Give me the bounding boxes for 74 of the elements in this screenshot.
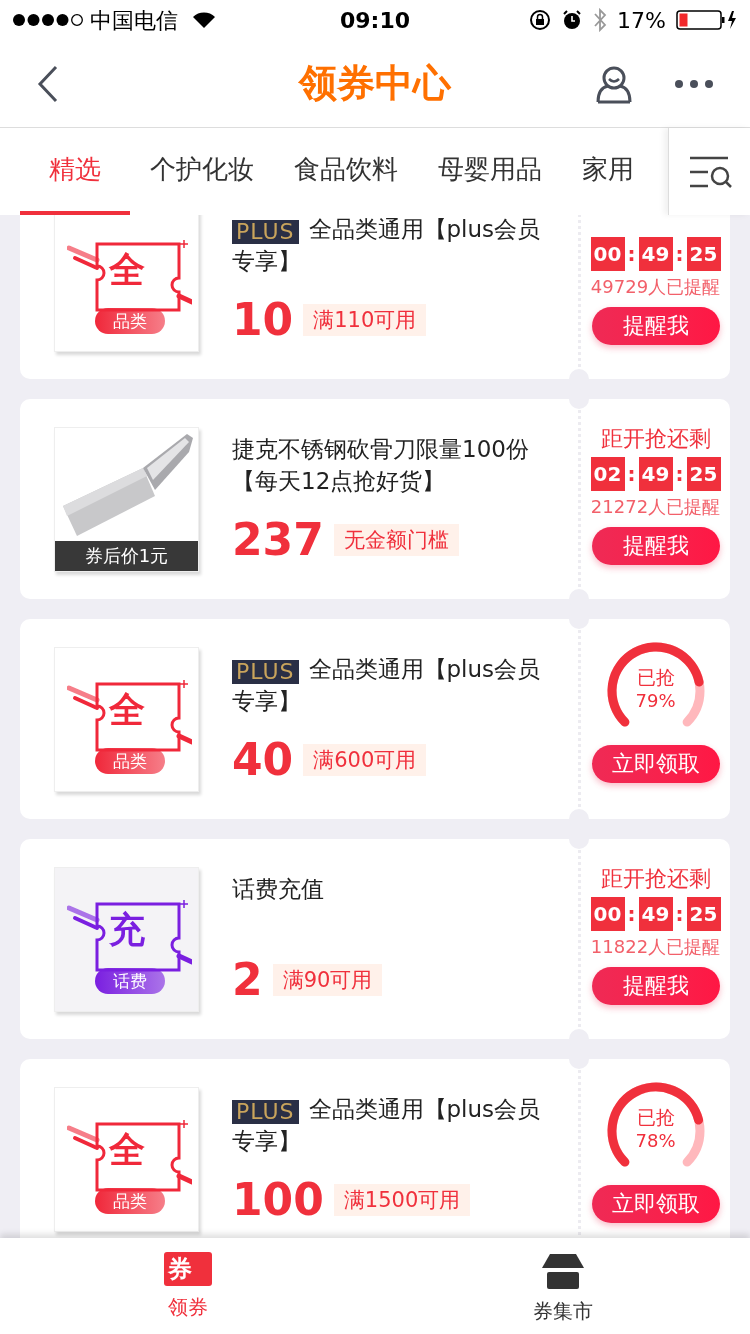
remind-button[interactable]: 提醒我 <box>591 527 720 565</box>
coupon-amount: 100 <box>232 1175 324 1225</box>
progress-label: 已抢 <box>636 665 675 689</box>
reminded-count: 11822人已提醒 <box>590 935 721 959</box>
time-separator: : <box>674 901 685 928</box>
time-separator: : <box>674 461 685 488</box>
usage-condition: 满600可用 <box>303 744 427 776</box>
coupon-amount: 237 <box>232 515 324 565</box>
more-icon[interactable] <box>674 78 714 89</box>
time-separator: : <box>626 241 637 268</box>
usage-condition: 满90可用 <box>272 964 383 996</box>
price-caption: 券后价1元 <box>55 540 198 571</box>
remind-button[interactable]: 提醒我 <box>591 967 720 1005</box>
category-letter: 充 <box>108 909 146 950</box>
countdown-digits: 25 <box>686 457 721 491</box>
countdown-digits: 25 <box>686 237 721 271</box>
usage-condition: 无金额门槛 <box>333 524 459 556</box>
category-tab[interactable]: 食品饮料 <box>274 128 418 215</box>
filter-button[interactable] <box>668 128 750 215</box>
bottom-tab[interactable]: 券集市 <box>375 1238 750 1334</box>
category-tab[interactable]: 母婴用品 <box>418 128 562 215</box>
category-letter: 全 <box>108 689 146 730</box>
countdown-digits: 02 <box>590 457 625 491</box>
coupon-title: PLUS 全品类通用【plus会员专享】 <box>232 655 542 716</box>
countdown-digits: 49 <box>638 457 673 491</box>
time-separator: : <box>626 461 637 488</box>
countdown-label: 距开抢还剩 <box>600 865 711 893</box>
time-separator: : <box>674 241 685 268</box>
claim-button[interactable]: 立即领取 <box>591 745 720 783</box>
battery-icon <box>676 9 738 31</box>
coupon-title: 捷克不锈钢砍骨刀限量100份【每天12点抢好货】 <box>232 435 530 496</box>
countdown-digits: 00 <box>590 237 625 271</box>
countdown-digits: 49 <box>638 897 673 931</box>
back-icon[interactable] <box>36 64 60 103</box>
countdown-digits: 25 <box>686 897 721 931</box>
countdown-digits: 49 <box>638 237 673 271</box>
coupon-title: 话费充值 <box>232 875 325 904</box>
reminded-count: 49729人已提醒 <box>590 275 721 299</box>
countdown-digits: 00 <box>590 897 625 931</box>
bottom-tab[interactable]: 券 领券 <box>0 1238 375 1334</box>
category-letter: 全 <box>108 249 146 290</box>
rotation-lock-icon <box>529 9 552 31</box>
progress-percent: 78% <box>635 1129 676 1153</box>
coupon-amount: 10 <box>232 295 294 345</box>
usage-condition: 满110可用 <box>303 304 427 336</box>
coupon-title: PLUS 全品类通用【plus会员专享】 <box>232 1095 542 1156</box>
progress-percent: 79% <box>635 689 676 713</box>
remind-button[interactable]: 提醒我 <box>591 307 720 345</box>
countdown-label: 距开抢还剩 <box>600 425 711 453</box>
filter-search-icon <box>687 154 732 189</box>
bluetooth-icon <box>593 8 608 32</box>
status-time: 09:10 <box>339 6 411 35</box>
shop-icon <box>539 1252 586 1290</box>
signal-icon <box>12 13 84 27</box>
coupon-amount: 2 <box>232 955 263 1005</box>
wifi-icon <box>192 11 216 29</box>
category-label: 品类 <box>95 747 165 774</box>
category-tab[interactable]: 家用 <box>562 128 654 215</box>
claim-button[interactable]: 立即领取 <box>591 1185 720 1223</box>
coupon-title: PLUS 全品类通用【plus会员专享】 <box>232 215 542 276</box>
battery-percent: 17% <box>617 6 666 35</box>
usage-condition: 满1500可用 <box>333 1184 471 1216</box>
carrier: 中国电信 <box>90 6 178 35</box>
page-title: 领券中心 <box>297 60 453 107</box>
category-tab[interactable]: 个护化妆 <box>130 128 274 215</box>
coupon-tab-icon: 券 <box>163 1252 212 1286</box>
progress-label: 已抢 <box>636 1105 675 1129</box>
reminded-count: 21272人已提醒 <box>590 495 721 519</box>
category-label: 品类 <box>95 307 165 334</box>
category-label: 话费 <box>95 967 165 994</box>
coupon-amount: 40 <box>232 735 294 785</box>
time-separator: : <box>626 901 637 928</box>
category-label: 品类 <box>95 1187 165 1214</box>
category-letter: 全 <box>108 1129 146 1170</box>
